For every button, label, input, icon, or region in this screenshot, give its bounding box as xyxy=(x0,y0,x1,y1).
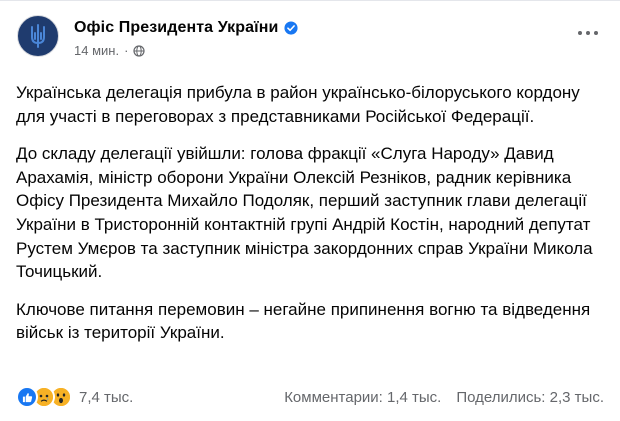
more-dot xyxy=(594,31,598,35)
post-paragraph: Українська делегація прибула в район укр… xyxy=(16,83,580,126)
page-name-link[interactable]: Офіс Президента України xyxy=(74,19,278,37)
post-paragraph: Ключове питання перемовин – негайне прип… xyxy=(16,299,591,343)
reactions-summary[interactable]: 7,4 тыс. xyxy=(16,386,133,408)
post-card: Офіс Президента України 14 мин. · Україн… xyxy=(0,0,620,421)
verified-badge-icon xyxy=(284,21,298,35)
trident-logo-icon xyxy=(31,24,45,48)
more-dot xyxy=(578,31,582,35)
post-footer: 7,4 тыс. Комментарии: 1,4 тыс. Поделилис… xyxy=(16,384,604,410)
like-icon xyxy=(16,386,38,408)
more-options-icon[interactable] xyxy=(578,27,598,39)
more-dot xyxy=(586,31,590,35)
post-meta: 14 мин. · xyxy=(74,43,146,58)
post-paragraph: До складу делегації увійшли: голова фрак… xyxy=(16,144,593,282)
engagement-stats: Комментарии: 1,4 тыс. Поделились: 2,3 ты… xyxy=(284,389,604,406)
post-body: Українська делегація прибула в район укр… xyxy=(16,81,608,359)
reactions-count: 7,4 тыс. xyxy=(79,388,134,406)
shares-count-link[interactable]: Поделились: 2,3 тыс. xyxy=(456,389,604,406)
meta-separator: · xyxy=(124,43,129,58)
globe-icon[interactable] xyxy=(133,44,146,57)
page-avatar[interactable] xyxy=(17,15,59,57)
post-timestamp[interactable]: 14 мин. xyxy=(74,43,119,58)
post-header-title: Офіс Президента України xyxy=(74,19,298,37)
comments-count-link[interactable]: Комментарии: 1,4 тыс. xyxy=(284,389,441,406)
